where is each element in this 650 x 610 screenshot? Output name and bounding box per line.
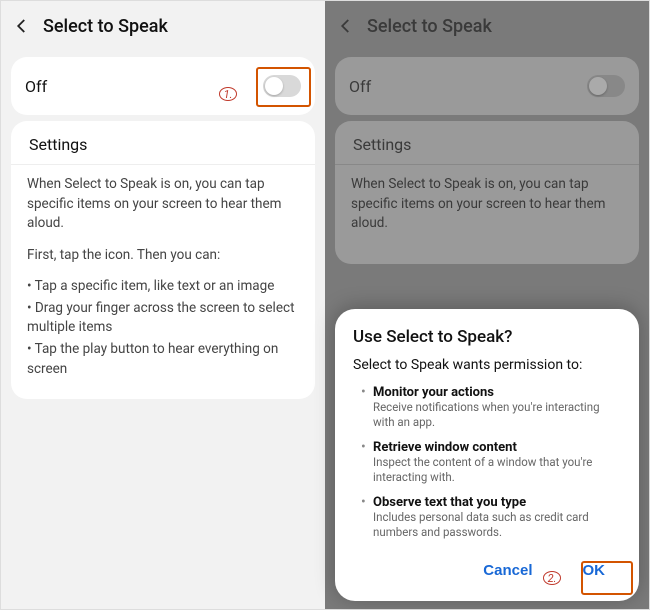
cancel-button[interactable]: Cancel	[473, 556, 542, 585]
settings-heading[interactable]: Settings	[11, 121, 315, 165]
description-text: When Select to Speak is on, you can tap …	[11, 165, 315, 399]
bullet-icon: •	[361, 385, 373, 430]
bullet-icon: •	[361, 495, 373, 540]
dialog-title: Use Select to Speak?	[353, 327, 621, 347]
permission-list: • Monitor your actions Receive notificat…	[353, 385, 621, 540]
permission-dialog: Use Select to Speak? Select to Speak wan…	[335, 309, 639, 601]
permission-item: • Observe text that you type Includes pe…	[361, 495, 621, 540]
permission-title: Monitor your actions	[373, 385, 621, 400]
header: Select to Speak	[1, 1, 325, 51]
page-title: Select to Speak	[43, 16, 168, 37]
header: Select to Speak	[325, 1, 649, 51]
desc-paragraph: First, tap the icon. Then you can:	[27, 246, 299, 266]
permission-title: Retrieve window content	[373, 440, 621, 455]
toggle-label: Off	[349, 77, 371, 96]
dialog-subtitle: Select to Speak wants permission to:	[353, 357, 621, 373]
page-title: Select to Speak	[367, 16, 492, 37]
settings-card: Settings When Select to Speak is on, you…	[11, 121, 315, 399]
permission-item: • Monitor your actions Receive notificat…	[361, 385, 621, 430]
back-icon	[335, 15, 357, 37]
left-pane: Select to Speak Off Settings When Select…	[1, 1, 325, 609]
right-pane: Select to Speak Off Settings When Select…	[325, 1, 649, 609]
annotation-2: 2.	[543, 571, 561, 585]
ok-button[interactable]: OK	[573, 556, 616, 585]
permission-item: • Retrieve window content Inspect the co…	[361, 440, 621, 485]
feature-toggle[interactable]	[263, 75, 301, 97]
toggle-row: Off	[11, 57, 315, 115]
feature-toggle	[587, 75, 625, 97]
desc-paragraph: When Select to Speak is on, you can tap …	[351, 175, 623, 234]
description-text: When Select to Speak is on, you can tap …	[335, 165, 639, 264]
dialog-actions: Cancel OK	[353, 550, 621, 591]
back-icon[interactable]	[11, 15, 33, 37]
permission-desc: Inspect the content of a window that you…	[373, 455, 621, 485]
toggle-card-dim: Off	[335, 57, 639, 115]
toggle-card: Off	[11, 57, 315, 115]
desc-bullet: • Tap a specific item, like text or an i…	[27, 277, 299, 297]
toggle-label: Off	[25, 77, 47, 96]
settings-heading: Settings	[335, 121, 639, 165]
settings-card-dim: Settings When Select to Speak is on, you…	[335, 121, 639, 264]
desc-paragraph: When Select to Speak is on, you can tap …	[27, 175, 299, 234]
desc-bullet: • Tap the play button to hear everything…	[27, 340, 299, 379]
desc-bullet: • Drag your finger across the screen to …	[27, 299, 299, 338]
permission-desc: Receive notifications when you're intera…	[373, 400, 621, 430]
permission-desc: Includes personal data such as credit ca…	[373, 510, 621, 540]
annotation-1: 1.	[219, 87, 237, 101]
bullet-icon: •	[361, 440, 373, 485]
permission-title: Observe text that you type	[373, 495, 621, 510]
